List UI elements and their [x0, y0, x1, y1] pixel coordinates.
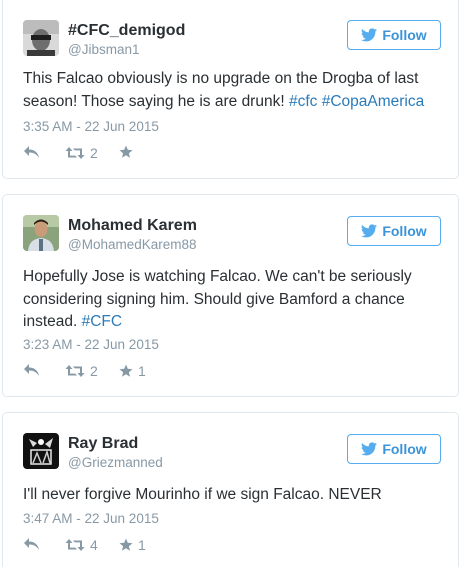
retweet-count: 4: [90, 537, 98, 553]
timestamp[interactable]: 3:23 AM - 22 Jun 2015: [23, 337, 159, 352]
avatar-image: [23, 215, 59, 251]
retweet-icon: [65, 147, 85, 159]
reply-icon: [24, 538, 39, 550]
star-icon: [119, 538, 133, 551]
tweet-actions: 2: [23, 145, 223, 165]
favorite-button[interactable]: [119, 145, 138, 159]
avatar-image: [23, 20, 59, 56]
timestamp[interactable]: 3:35 AM - 22 Jun 2015: [23, 119, 159, 134]
user-handle[interactable]: @Jibsman1: [68, 42, 139, 57]
retweet-button[interactable]: 2: [65, 145, 98, 161]
follow-button[interactable]: Follow: [347, 20, 441, 50]
tweet-text: I'll never forgive Mourinho if we sign F…: [23, 484, 453, 507]
follow-label: Follow: [382, 223, 427, 239]
avatar[interactable]: [23, 215, 59, 251]
twitter-bird-icon: [361, 442, 378, 456]
follow-button[interactable]: Follow: [347, 434, 441, 464]
retweet-button[interactable]: 2: [65, 363, 98, 379]
display-name[interactable]: #CFC_demigod: [68, 22, 185, 40]
avatar[interactable]: [23, 20, 59, 56]
favorite-count: 1: [138, 537, 146, 553]
tweet-card: #CFC_demigod @Jibsman1 Follow This Falca…: [2, 0, 459, 179]
favorite-button[interactable]: 1: [119, 363, 146, 379]
follow-button[interactable]: Follow: [347, 216, 441, 246]
follow-label: Follow: [382, 27, 427, 43]
reply-button[interactable]: [23, 363, 40, 377]
hashtag-link[interactable]: #CFC: [82, 313, 122, 330]
star-icon: [119, 364, 133, 377]
hashtag-link[interactable]: #cfc: [289, 93, 317, 110]
retweet-icon: [65, 365, 85, 377]
reply-button[interactable]: [23, 145, 40, 159]
tweet-text: This Falcao obviously is no upgrade on t…: [23, 68, 453, 113]
retweet-button[interactable]: 4: [65, 537, 98, 553]
retweet-icon: [65, 539, 85, 551]
tweet-card: Ray Brad @Griezmanned Follow I'll never …: [2, 412, 459, 567]
display-name[interactable]: Mohamed Karem: [68, 217, 197, 235]
reply-icon: [24, 364, 39, 376]
retweet-count: 2: [90, 363, 98, 379]
user-handle[interactable]: @MohamedKarem88: [68, 237, 197, 252]
user-handle[interactable]: @Griezmanned: [68, 455, 163, 470]
tweet-actions: 4 1: [23, 537, 223, 557]
twitter-bird-icon: [361, 224, 378, 238]
favorite-button[interactable]: 1: [119, 537, 146, 553]
tweet-text: Hopefully Jose is watching Falcao. We ca…: [23, 266, 438, 334]
favorite-count: 1: [138, 363, 146, 379]
avatar-image: [23, 433, 59, 469]
avatar[interactable]: [23, 433, 59, 469]
follow-label: Follow: [382, 441, 427, 457]
reply-icon: [24, 146, 39, 158]
retweet-count: 2: [90, 145, 98, 161]
tweet-card: Mohamed Karem @MohamedKarem88 Follow Hop…: [2, 194, 459, 397]
reply-button[interactable]: [23, 537, 40, 551]
tweet-actions: 2 1: [23, 363, 223, 383]
timestamp[interactable]: 3:47 AM - 22 Jun 2015: [23, 511, 159, 526]
twitter-bird-icon: [361, 28, 378, 42]
display-name[interactable]: Ray Brad: [68, 435, 138, 453]
star-icon: [119, 145, 133, 158]
tweet-text-segment: I'll never forgive Mourinho if we sign F…: [23, 486, 382, 503]
hashtag-link[interactable]: #CopaAmerica: [322, 93, 425, 110]
